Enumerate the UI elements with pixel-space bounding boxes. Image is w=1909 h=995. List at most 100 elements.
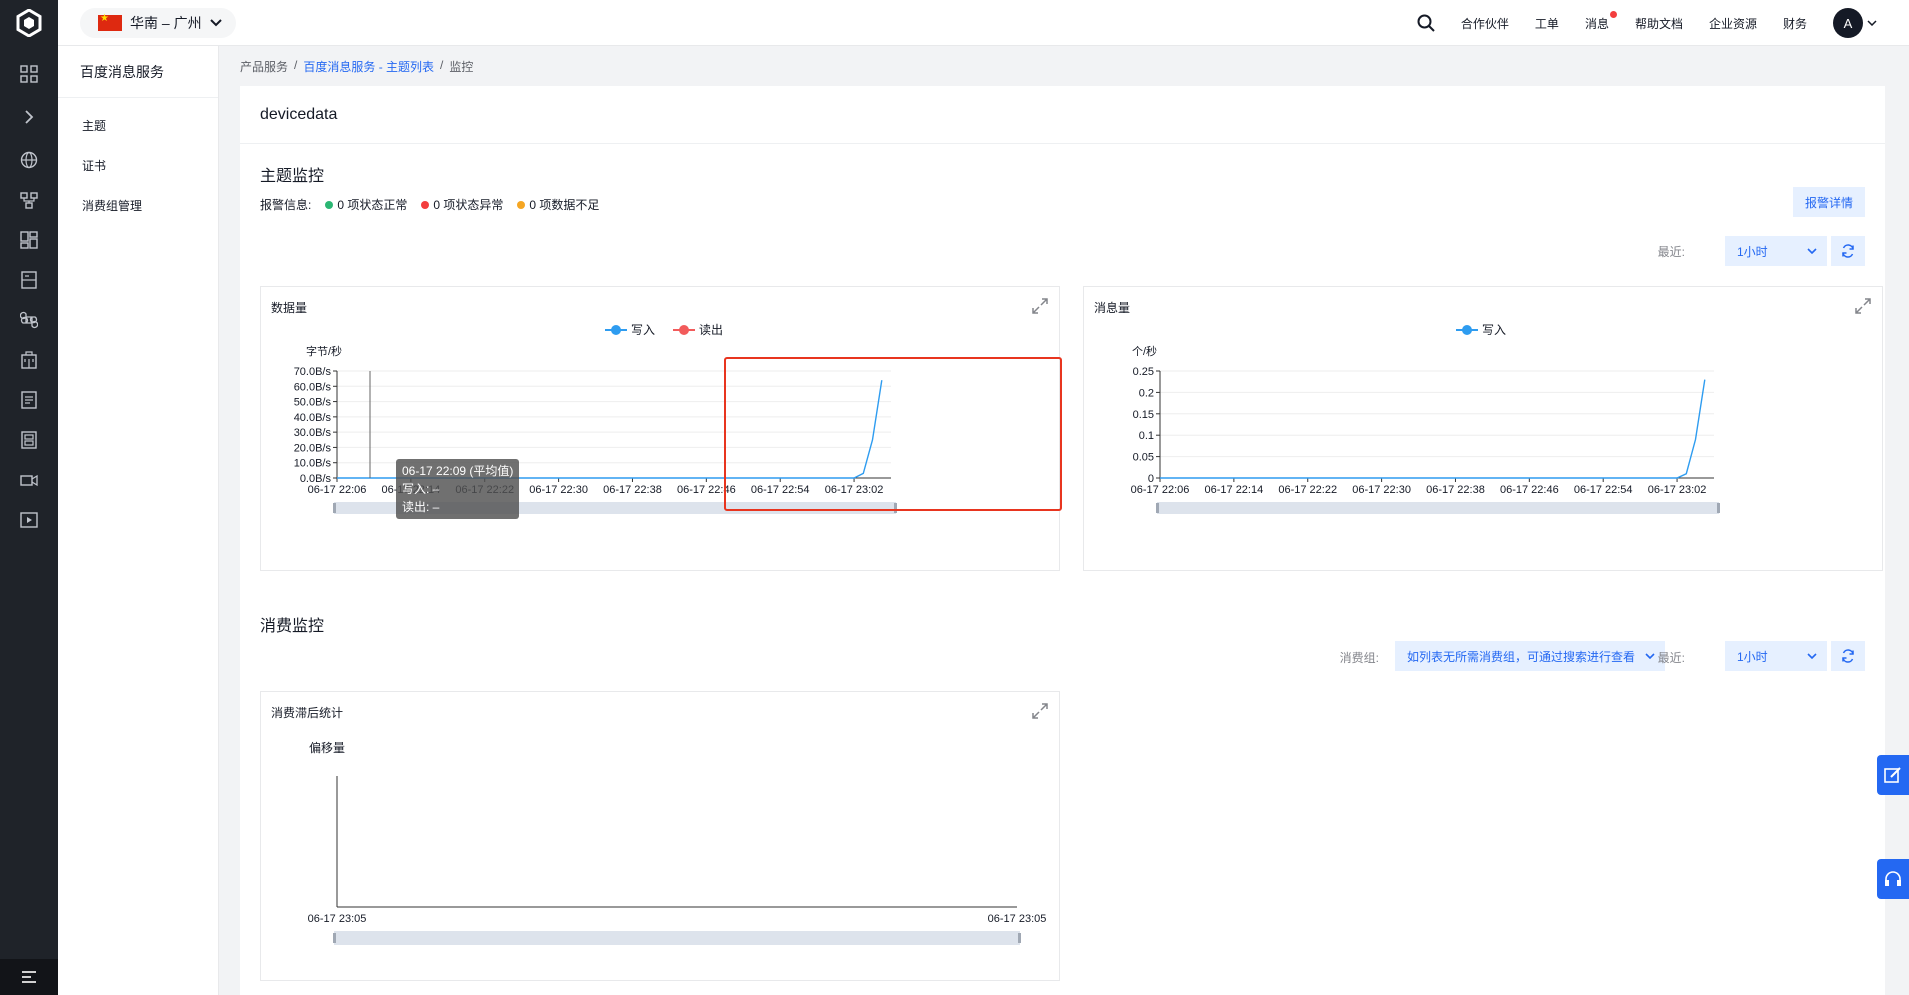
user-menu[interactable]: A <box>1833 8 1877 38</box>
command-icon[interactable] <box>19 310 39 330</box>
sidebar-item-certificates[interactable]: 证书 <box>58 146 218 186</box>
chart-tooltip: 06-17 22:09 (平均值) 写入: – 读出: – <box>396 459 520 519</box>
feedback-button[interactable] <box>1877 755 1909 795</box>
breadcrumb-products[interactable]: 产品服务 <box>240 58 288 75</box>
alarm-info: 报警信息: 0 项状态正常 0 项状态异常 0 项数据不足 <box>260 196 599 213</box>
page-title: devicedata <box>240 86 1885 144</box>
alarm-normal-label: 0 项状态正常 <box>337 198 408 212</box>
service-title: 百度消息服务 <box>58 46 218 98</box>
breadcrumb-separator: / <box>294 58 298 72</box>
nav-partners[interactable]: 合作伙伴 <box>1461 15 1509 32</box>
series-line <box>1160 379 1706 479</box>
refresh-icon <box>1842 649 1854 663</box>
avatar: A <box>1833 8 1863 38</box>
y-tick-label: 0.2 <box>1139 387 1154 399</box>
tooltip-write: 写入: – <box>402 482 440 496</box>
y-axis-label: 偏移量 <box>309 740 345 755</box>
consumer-group-select[interactable]: 如列表无所需消费组，可通过搜索进行查看 <box>1395 641 1665 671</box>
time-range-value: 1小时 <box>1737 244 1768 259</box>
chevron-down-icon <box>1867 20 1877 26</box>
document-list-icon[interactable] <box>19 390 39 410</box>
breadcrumb-separator: / <box>440 58 444 72</box>
zoom-handle-left <box>1156 503 1159 513</box>
menu-toggle-icon[interactable] <box>0 959 58 995</box>
refresh-button-2[interactable] <box>1831 641 1865 671</box>
alarm-abnormal-label: 0 项状态异常 <box>433 198 504 212</box>
sidebar-item-consumer-groups[interactable]: 消费组管理 <box>58 186 218 226</box>
global-nav-rail <box>0 0 58 995</box>
service-sidebar: 百度消息服务 主题 证书 消费组管理 <box>58 46 219 995</box>
layout-blocks-icon[interactable] <box>19 230 39 250</box>
headset-icon <box>1885 871 1901 886</box>
breadcrumb: 产品服务 / 百度消息服务 - 主题列表 / 监控 <box>240 58 473 75</box>
storage-icon[interactable] <box>19 270 39 290</box>
recent-label: 最近: <box>1657 651 1685 665</box>
search-icon[interactable] <box>1417 14 1435 32</box>
breadcrumb-monitor: 监控 <box>449 60 474 74</box>
red-dot-icon <box>421 200 430 209</box>
nav-help-docs[interactable]: 帮助文档 <box>1635 15 1683 32</box>
sidebar-item-topics[interactable]: 主题 <box>58 106 218 146</box>
consumer-lag-panel: 消费滞后统计 偏移量 06-17 23:05 06-17 23:05 <box>260 691 1060 981</box>
y-tick-label: 0.25 <box>1133 366 1154 378</box>
highlight-annotation <box>724 357 1062 511</box>
data-volume-panel: 数据量 写入 读出 字节/秒 0.0B/s 10.0B/s 20.0B/s 30.0B/… <box>260 286 1062 571</box>
consumer-group-label: 消费组: <box>1339 651 1379 665</box>
y-tick-label: 20.0B/s <box>294 442 332 454</box>
time-range-select-2[interactable]: 1小时 <box>1725 641 1827 671</box>
chevron-down-icon <box>1645 653 1655 659</box>
zoom-handle-left <box>333 503 336 513</box>
zoom-handle-right <box>1018 933 1021 943</box>
top-bar: 华南 – 广州 合作伙伴 工单 消息 帮助文档 企业资源 财务 A <box>58 0 1909 46</box>
region-selector[interactable]: 华南 – 广州 <box>80 8 236 38</box>
breadcrumb-topic-list[interactable]: 百度消息服务 - 主题列表 <box>303 58 434 75</box>
time-range-select[interactable]: 1小时 <box>1725 236 1827 266</box>
zoom-handle-right <box>1717 503 1720 513</box>
consumer-lag-chart[interactable]: 偏移量 06-17 23:05 06-17 23:05 <box>261 692 1061 982</box>
alarm-abnormal: 0 项状态异常 <box>421 196 503 213</box>
dashboard-grid-icon[interactable] <box>19 64 39 84</box>
y-tick-label: 0.05 <box>1133 452 1154 464</box>
nav-messages[interactable]: 消息 <box>1584 10 1617 32</box>
chevron-down-icon <box>209 19 222 27</box>
zoom-slider <box>1157 502 1719 514</box>
x-tick-label: 06-17 22:30 <box>529 484 588 496</box>
nav-finance[interactable]: 财务 <box>1783 15 1807 32</box>
nav-messages-label: 消息 <box>1584 16 1609 31</box>
y-tick-label: 0.1 <box>1139 430 1154 442</box>
alarm-insufficient: 0 项数据不足 <box>517 196 599 213</box>
chevron-right-icon[interactable] <box>19 107 39 127</box>
y-tick-label: 10.0B/s <box>294 458 332 470</box>
refresh-button[interactable] <box>1831 236 1865 266</box>
x-tick-label: 06-17 22:22 <box>1278 484 1337 496</box>
refresh-icon <box>1842 244 1854 258</box>
alarm-details-button[interactable]: 报警详情 <box>1792 187 1865 217</box>
support-button[interactable] <box>1877 859 1909 899</box>
time-range-value: 1小时 <box>1737 649 1768 664</box>
message-volume-chart[interactable]: 个/秒00.050.10.150.20.2506-17 22:06 06-17 2… <box>1084 287 1884 572</box>
y-axis-label: 个/秒 <box>1132 344 1157 358</box>
nav-tickets[interactable]: 工单 <box>1535 15 1559 32</box>
x-tick-label: 06-17 22:46 <box>1500 484 1559 496</box>
building-icon[interactable] <box>19 350 39 370</box>
nav-enterprise-resources[interactable]: 企业资源 <box>1709 15 1757 32</box>
zoom-slider <box>334 931 1020 945</box>
y-tick-label: 60.0B/s <box>294 381 332 393</box>
consume-monitor-title: 消费监控 <box>260 618 325 635</box>
cloud-logo-icon[interactable] <box>0 0 58 46</box>
y-tick-label: 70.0B/s <box>294 366 332 378</box>
chevron-down-icon <box>1807 653 1817 659</box>
x-tick-label: 06-17 22:54 <box>1574 484 1633 496</box>
x-tick-label: 06-17 22:38 <box>1426 484 1485 496</box>
database-icon[interactable] <box>19 430 39 450</box>
network-nodes-icon[interactable] <box>19 190 39 210</box>
orange-dot-icon <box>517 200 526 209</box>
globe-icon[interactable] <box>19 150 39 170</box>
video-camera-icon[interactable] <box>19 470 39 490</box>
message-volume-panel: 消息量 写入 个/秒 0 0.05 0.1 0.15 0.2 0.25 06-17 22:06… <box>1083 286 1883 571</box>
x-tick-label: 06-17 22:38 <box>603 484 662 496</box>
play-media-icon[interactable] <box>19 510 39 530</box>
y-tick-label: 30.0B/s <box>294 427 332 439</box>
x-tick-label: 06-17 23:05 <box>308 913 367 925</box>
chevron-down-icon <box>1807 248 1817 254</box>
